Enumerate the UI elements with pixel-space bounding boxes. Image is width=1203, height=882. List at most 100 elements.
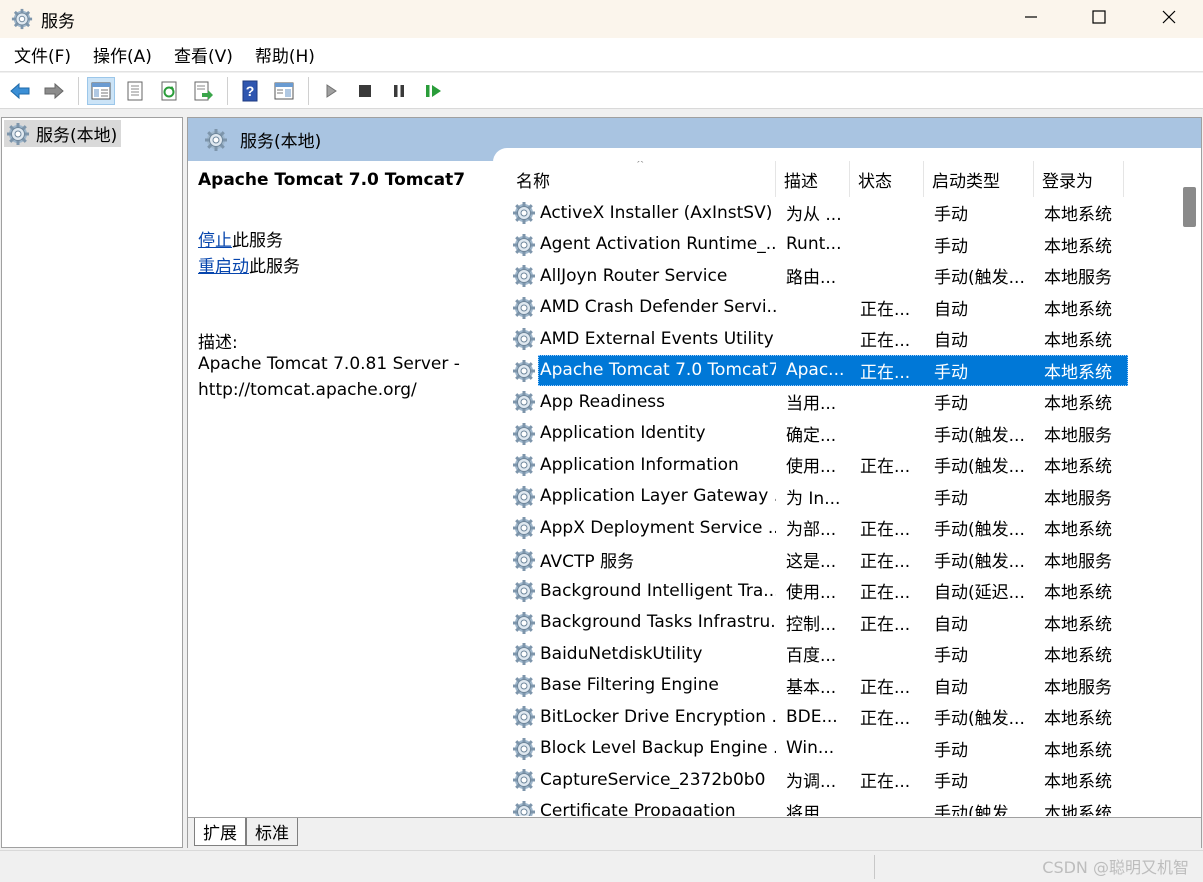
title-bar: 服务 xyxy=(0,0,1203,38)
gear-icon xyxy=(6,122,30,146)
stop-icon xyxy=(359,84,371,97)
service-name: Base Filtering Engine xyxy=(540,675,719,696)
view-tabs: 扩展 标准 xyxy=(188,817,1201,848)
table-row[interactable]: Block Level Backup Engine ... Win... 手动 本地系… xyxy=(508,733,1128,765)
status-separator xyxy=(874,855,875,879)
column-header-name[interactable]: 名称 ^ xyxy=(508,161,776,197)
console-button[interactable] xyxy=(270,77,298,105)
service-description: Apac... xyxy=(786,360,845,381)
stop-service-link[interactable]: 停止 xyxy=(198,231,232,251)
vertical-scrollbar[interactable] xyxy=(1180,161,1200,816)
gear-icon xyxy=(512,327,536,351)
services-panel: 服务(本地) Apache Tomcat 7.0 Tomcat7 停止此服务 重… xyxy=(187,117,1202,848)
maximize-button[interactable] xyxy=(1065,0,1133,34)
gear-icon xyxy=(11,8,33,30)
gear-icon xyxy=(512,642,536,666)
menu-help[interactable]: 帮助(H) xyxy=(244,42,326,67)
show-tree-icon xyxy=(91,82,111,99)
table-row[interactable]: Agent Activation Runtime_... Runt... 手动 本地系… xyxy=(508,229,1128,261)
stop-service-button[interactable] xyxy=(351,77,379,105)
service-logon-as: 本地系统 xyxy=(1044,394,1112,415)
service-name: Background Tasks Infrastru... xyxy=(540,612,776,633)
forward-button[interactable] xyxy=(40,77,68,105)
menu-view[interactable]: 查看(V) xyxy=(163,42,244,67)
restart-service-button[interactable] xyxy=(419,77,447,105)
restart-service-link[interactable]: 重启动 xyxy=(198,257,249,277)
table-row[interactable]: Certificate Propagation 将用... 手动(触发... 本地系统 xyxy=(508,796,1128,816)
close-icon xyxy=(1162,10,1176,24)
table-row[interactable]: Apache Tomcat 7.0 Tomcat7 Apac... 正在... 手动 本… xyxy=(508,354,1128,386)
service-description: 使用... xyxy=(786,457,837,478)
service-status xyxy=(860,197,924,229)
table-row[interactable]: Background Intelligent Tra... 使用... 正在... 自… xyxy=(508,575,1128,607)
start-service-button[interactable] xyxy=(317,77,345,105)
column-header-startup-type[interactable]: 启动类型 xyxy=(924,161,1034,197)
toolbar-separator xyxy=(227,76,228,105)
table-row[interactable]: AMD Crash Defender Servi... 正在... 自动 本地系统 xyxy=(508,292,1128,324)
export-button[interactable] xyxy=(189,77,217,105)
table-row[interactable]: Base Filtering Engine 基本... 正在... 自动 本地服务 xyxy=(508,670,1128,702)
tab-standard[interactable]: 标准 xyxy=(246,818,298,846)
gear-icon xyxy=(512,296,536,320)
service-status xyxy=(860,638,924,670)
column-header-status[interactable]: 状态 xyxy=(850,161,924,197)
help-button[interactable]: ? xyxy=(236,77,264,105)
service-name: Block Level Backup Engine ... xyxy=(540,738,776,759)
table-row[interactable]: BitLocker Drive Encryption ... BDE... 正在..… xyxy=(508,701,1128,733)
table-row[interactable]: AllJoyn Router Service 路由... 手动(触发... 本地服务 xyxy=(508,260,1128,292)
service-description: 确定... xyxy=(786,425,837,446)
service-status: 正在... xyxy=(860,614,911,635)
table-row[interactable]: CaptureService_2372b0b0 为调... 正在... 手动 本地系统 xyxy=(508,764,1128,796)
table-row[interactable]: Application Identity 确定... 手动(触发... 本地服务 xyxy=(508,418,1128,450)
tree-item-services-local[interactable]: 服务(本地) xyxy=(4,120,122,147)
service-name: BitLocker Drive Encryption ... xyxy=(540,706,776,727)
service-startup-type: 手动(触发... xyxy=(934,268,1025,289)
service-status xyxy=(860,229,924,261)
gear-icon xyxy=(512,548,536,572)
table-row[interactable]: AMD External Events Utility 正在... 自动 本地系统 xyxy=(508,323,1128,355)
gear-icon xyxy=(512,233,536,257)
table-row[interactable]: BaiduNetdiskUtility 百度... 手动 本地系统 xyxy=(508,638,1128,670)
table-row[interactable]: AppX Deployment Service ... 为部... 正在... 手动(… xyxy=(508,512,1128,544)
table-row[interactable]: Application Information 使用... 正在... 手动(触发..… xyxy=(508,449,1128,481)
show-tree-button[interactable] xyxy=(87,76,115,105)
back-button[interactable] xyxy=(6,77,34,105)
service-logon-as: 本地服务 xyxy=(1044,488,1112,509)
close-button[interactable] xyxy=(1135,0,1203,34)
pause-service-button[interactable] xyxy=(385,77,413,105)
service-status: 正在... xyxy=(860,551,911,572)
pause-icon xyxy=(394,84,404,97)
refresh-button[interactable] xyxy=(155,77,183,105)
scrollbar-thumb[interactable] xyxy=(1183,187,1196,227)
description-label: 描述: xyxy=(198,333,238,353)
watermark-text: CSDN @聪明又机智 xyxy=(1042,858,1189,877)
service-description: 这是... xyxy=(786,551,837,572)
column-header-logon-as[interactable]: 登录为 xyxy=(1034,161,1124,197)
table-row[interactable]: ActiveX Installer (AxInstSV) 为从 ... 手动 本地系统 xyxy=(508,197,1128,229)
service-logon-as: 本地服务 xyxy=(1044,677,1112,698)
gear-icon xyxy=(512,264,536,288)
back-arrow-icon xyxy=(10,82,30,99)
table-row[interactable]: AVCTP 服务 这是... 正在... 手动(触发... 本地服务 xyxy=(508,544,1128,576)
properties-button[interactable] xyxy=(121,77,149,105)
toolbar: ? xyxy=(0,73,1203,109)
service-status: 正在... xyxy=(860,583,911,604)
maximize-icon xyxy=(1092,10,1106,24)
table-row[interactable]: Background Tasks Infrastru... 控制... 正在... 自… xyxy=(508,607,1128,639)
gear-icon xyxy=(512,516,536,540)
service-name: Background Intelligent Tra... xyxy=(540,580,776,601)
menu-file[interactable]: 文件(F) xyxy=(3,42,82,67)
service-startup-type: 手动(触发... xyxy=(934,457,1025,478)
menu-action[interactable]: 操作(A) xyxy=(82,42,163,67)
service-startup-type: 手动 xyxy=(934,646,968,667)
service-name: AllJoyn Router Service xyxy=(540,265,728,286)
table-row[interactable]: App Readiness 当用... 手动 本地系统 xyxy=(508,386,1128,418)
minimize-button[interactable] xyxy=(997,0,1065,34)
service-logon-as: 本地系统 xyxy=(1044,457,1112,478)
column-header-description[interactable]: 描述 xyxy=(776,161,850,197)
tab-extended[interactable]: 扩展 xyxy=(194,818,246,846)
service-startup-type: 手动 xyxy=(934,394,968,415)
service-status: 正在... xyxy=(860,772,911,793)
service-name: ActiveX Installer (AxInstSV) xyxy=(540,202,773,223)
table-row[interactable]: Application Layer Gateway ... 为 In... 手动 本地… xyxy=(508,481,1128,513)
